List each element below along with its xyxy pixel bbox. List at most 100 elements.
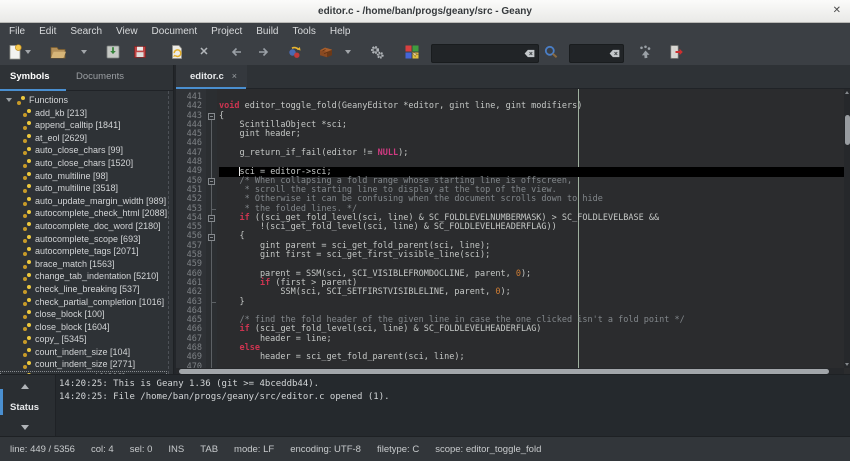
function-item[interactable]: auto_close_chars [99] [0, 144, 167, 157]
function-item-label: autocomplete_doc_word [2180] [35, 220, 161, 233]
message-selection-indicator [0, 389, 3, 415]
scroll-tabs-up-icon[interactable] [21, 384, 29, 389]
navigate-back-button[interactable] [227, 44, 243, 60]
fold-margin[interactable] [206, 89, 217, 368]
code-line[interactable]: header = line; [219, 335, 844, 344]
tree-root-functions[interactable]: Functions [0, 94, 167, 107]
window-close-icon[interactable]: ✕ [833, 0, 841, 22]
editor-tab-close-icon[interactable]: × [232, 71, 237, 81]
tab-symbols[interactable]: Symbols [10, 65, 50, 88]
tab-documents[interactable]: Documents [76, 65, 124, 88]
horizontal-scrollbar-thumb[interactable] [179, 369, 829, 374]
save-button[interactable] [105, 44, 121, 60]
compile-button[interactable] [287, 44, 303, 60]
scroll-tabs-down-icon[interactable] [21, 425, 29, 430]
open-file-dropdown-icon[interactable] [81, 50, 87, 54]
function-item[interactable]: append_calltip [1841] [0, 119, 167, 132]
find-button[interactable] [543, 44, 559, 60]
menu-view[interactable]: View [109, 23, 145, 40]
function-item[interactable]: autocomplete_check_html [2088] [0, 207, 167, 220]
tab-editor-c[interactable]: editor.c× [176, 65, 247, 88]
revert-button[interactable] [169, 44, 185, 60]
function-item[interactable]: at_eol [2629] [0, 132, 167, 145]
close-document-button[interactable]: ✕ [196, 44, 212, 60]
menu-help[interactable]: Help [323, 23, 358, 40]
menu-project[interactable]: Project [204, 23, 249, 40]
code-line[interactable]: header = sci_get_fold_parent(sci, line); [219, 353, 844, 362]
fold-collapse-icon[interactable] [208, 113, 215, 120]
title-bar: editor.c - /home/ban/progs/geany/src - G… [0, 0, 850, 23]
menu-document[interactable]: Document [145, 23, 205, 40]
code-line[interactable] [219, 363, 844, 368]
code-segment: gint first = sci_get_first_visible_line(… [219, 250, 490, 260]
quit-button[interactable] [668, 44, 684, 60]
status-messages[interactable]: 14:20:25: This is Geany 1.36 (git >= 4bc… [56, 375, 850, 437]
code-editor[interactable]: 4414424434444454464474484494504514524534… [176, 89, 850, 374]
save-all-button[interactable] [132, 44, 148, 60]
code-line[interactable]: ScintillaObject *sci; [219, 121, 844, 130]
menu-build[interactable]: Build [249, 23, 285, 40]
jump-to-line-button[interactable] [637, 44, 653, 60]
fold-collapse-icon[interactable] [208, 215, 215, 222]
method-icon [22, 146, 32, 155]
function-item-label: copy_ [5345] [35, 333, 87, 346]
fold-collapse-icon[interactable] [208, 178, 215, 185]
code-line[interactable]: g_return_if_fail(editor != NULL); [219, 149, 844, 158]
menu-edit[interactable]: Edit [32, 23, 63, 40]
function-item[interactable]: count_indent_size [104] [0, 346, 167, 359]
code-line[interactable]: gint first = sci_get_first_visible_line(… [219, 251, 844, 260]
new-file-dropdown-icon[interactable] [25, 50, 31, 54]
navigate-forward-button[interactable] [257, 44, 273, 60]
function-item[interactable]: autocomplete_doc_word [2180] [0, 220, 167, 233]
clear-goto-icon[interactable] [608, 47, 621, 60]
status-message-line[interactable]: 14:20:25: This is Geany 1.36 (git >= 4bc… [59, 378, 850, 391]
open-file-button[interactable] [50, 44, 66, 60]
fold-collapse-icon[interactable] [208, 234, 215, 241]
function-item[interactable]: auto_multiline [98] [0, 170, 167, 183]
vertical-scrollbar[interactable] [844, 89, 850, 368]
expander-icon[interactable] [6, 98, 12, 102]
code-line[interactable]: void editor_toggle_fold(GeanyEditor *edi… [219, 102, 844, 111]
vertical-scrollbar-thumb[interactable] [845, 115, 850, 145]
function-item[interactable]: copy_ [5345] [0, 333, 167, 346]
function-item[interactable]: change_tab_indentation [5210] [0, 270, 167, 283]
symbols-tree[interactable]: Functionsadd_kb [213]append_calltip [184… [0, 91, 167, 374]
scroll-down-icon[interactable] [845, 363, 849, 366]
method-icon [22, 234, 32, 243]
function-item[interactable]: autocomplete_scope [693] [0, 233, 167, 246]
code-line[interactable]: !(sci_get_fold_level(sci, line) & SC_FOL… [219, 223, 844, 232]
menu-file[interactable]: File [2, 23, 32, 40]
function-item[interactable]: auto_update_margin_width [989] [0, 195, 167, 208]
tab-status[interactable]: Status [10, 402, 39, 413]
code-line[interactable]: gint header; [219, 130, 844, 139]
function-item[interactable]: auto_multiline [3518] [0, 182, 167, 195]
function-item[interactable]: count_indent_size [2771] [0, 358, 167, 371]
code-line[interactable]: } [219, 298, 844, 307]
function-item[interactable]: auto_close_chars [1520] [0, 157, 167, 170]
function-item[interactable]: close_block [100] [0, 308, 167, 321]
code-text-area[interactable]: void editor_toggle_fold(GeanyEditor *edi… [219, 89, 844, 368]
menu-tools[interactable]: Tools [286, 23, 323, 40]
scroll-up-icon[interactable] [845, 91, 849, 94]
build-button[interactable] [318, 44, 334, 60]
status-message-line[interactable]: 14:20:25: File /home/ban/progs/geany/src… [59, 391, 850, 404]
new-file-button[interactable] [7, 44, 23, 60]
goto-line-input[interactable] [570, 48, 608, 58]
function-item[interactable]: add_kb [213] [0, 107, 167, 120]
code-line[interactable] [219, 158, 844, 167]
function-item[interactable]: close_block [1604] [0, 321, 167, 334]
function-item[interactable]: check_partial_completion [1016] [0, 296, 167, 309]
search-input[interactable] [432, 48, 523, 58]
search-entry[interactable] [431, 44, 539, 63]
method-icon [22, 322, 32, 331]
build-dropdown-icon[interactable] [345, 50, 351, 54]
function-item[interactable]: check_line_breaking [537] [0, 283, 167, 296]
goto-line-entry[interactable] [569, 44, 624, 63]
color-chooser-button[interactable] [404, 44, 420, 60]
code-line[interactable]: SSM(sci, SCI_SETFIRSTVISIBLELINE, parent… [219, 288, 844, 297]
clear-search-icon[interactable] [523, 47, 536, 60]
execute-button[interactable] [369, 44, 385, 60]
function-item[interactable]: brace_match [1563] [0, 258, 167, 271]
menu-search[interactable]: Search [63, 23, 109, 40]
function-item[interactable]: autocomplete_tags [2071] [0, 245, 167, 258]
